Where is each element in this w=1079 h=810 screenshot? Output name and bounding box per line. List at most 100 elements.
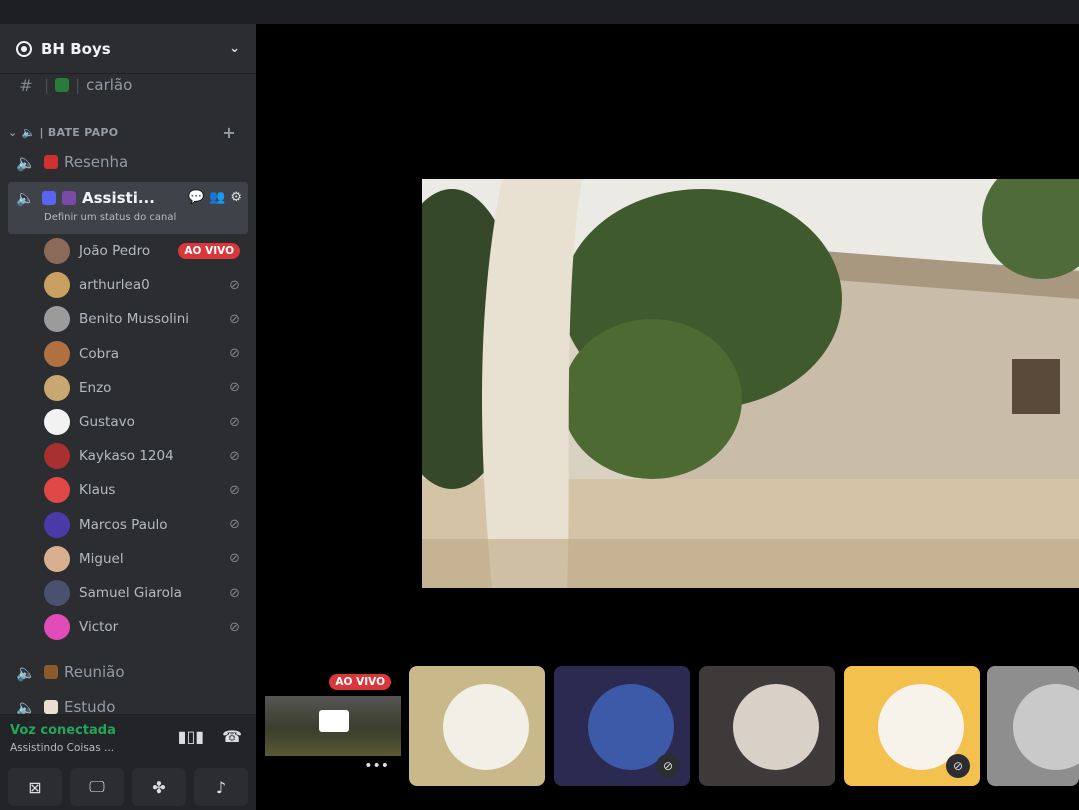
screen-share-button[interactable]: 🖵 (70, 768, 124, 806)
hash-icon: # (19, 75, 33, 95)
mute-icon: ⊘ (656, 754, 680, 778)
invite-icon[interactable]: 👥 (209, 190, 225, 205)
server-name: BH Boys (41, 39, 111, 58)
speaker-icon: 🔈 (16, 152, 36, 172)
avatar (44, 272, 70, 299)
channel-label: carlão (86, 76, 133, 94)
video-frame (422, 179, 1079, 588)
voice-user-row[interactable]: Marcos Paulo ⊘ (44, 510, 240, 540)
car-emoji-icon (55, 78, 70, 92)
category-bate-papo[interactable]: ⌄ 🔈 | BATE PAPO + (8, 122, 248, 142)
participant-tile[interactable]: ⊘ (844, 666, 980, 786)
plus-icon[interactable]: + (222, 123, 236, 142)
voice-channel-name[interactable]: Assistindo Coisas ... (10, 742, 114, 754)
activities-button[interactable]: ✤ (132, 768, 186, 806)
avatar (44, 238, 70, 264)
avatar (44, 580, 70, 606)
voice-connection-panel: Voz conectada Assistindo Coisas ... ▮▯▮ … (0, 714, 256, 764)
voice-user-row[interactable]: Samuel Giarola ⊘ (44, 578, 240, 608)
channel-sidebar: BH Boys ⌄ # | | carlão ⌄ 🔈 | BATE PAPO +… (0, 24, 256, 810)
soundboard-button[interactable]: ♪ (194, 768, 248, 806)
speaker-icon: 🔈 (16, 189, 35, 207)
user-name: João Pedro (79, 243, 151, 259)
avatar (443, 684, 529, 770)
stream-video[interactable] (422, 179, 1079, 588)
title-bar (0, 0, 1079, 24)
voice-user-row[interactable]: Victor ⊘ (44, 612, 240, 642)
channel-label: Resenha (64, 153, 129, 171)
mute-icon: ⊘ (229, 311, 240, 327)
mute-icon: ⊘ (229, 551, 240, 567)
user-name: arthurlea0 (79, 277, 150, 294)
chevron-down-icon[interactable]: ⌄ (229, 41, 240, 56)
voice-user-row[interactable]: Benito Mussolini ⊘ (44, 304, 240, 334)
voice-user-row[interactable]: Miguel ⊘ (44, 544, 240, 574)
firecracker-emoji-icon (44, 155, 58, 169)
live-badge[interactable]: AO VIVO (178, 243, 240, 259)
camera-off-button[interactable]: ⊠ (8, 768, 62, 806)
voice-action-bar: ⊠ 🖵 ✤ ♪ (0, 764, 256, 810)
voice-user-row[interactable]: João Pedro AO VIVO (44, 236, 240, 266)
clapper-emoji-icon (62, 191, 76, 205)
mute-icon: ⊘ (946, 754, 970, 778)
server-header[interactable]: BH Boys ⌄ (0, 24, 256, 74)
mute-icon: ⊘ (229, 482, 240, 498)
avatar (44, 374, 70, 401)
avatar (44, 545, 70, 572)
avatar (44, 409, 70, 435)
mute-icon: ⊘ (229, 277, 240, 293)
disconnect-icon[interactable]: ☎ (222, 727, 242, 746)
user-name: Benito Mussolini (79, 311, 190, 328)
voice-user-row[interactable]: arthurlea0 ⊘ (44, 270, 240, 300)
user-name: Enzo (79, 379, 112, 396)
user-name: Victor (79, 619, 119, 636)
voice-channel-reuniao[interactable]: 🔈 Reunião (8, 656, 248, 688)
voice-user-row[interactable]: Gustavo ⊘ (44, 407, 240, 437)
active-voice-channel[interactable]: 🔈 Assisti... 💬 👥 ⚙ Definir um status do … (8, 182, 248, 234)
speaker-icon: 🔈 (16, 662, 36, 682)
mute-icon: ⊘ (229, 380, 240, 396)
participant-tile[interactable] (987, 666, 1079, 786)
voice-user-row[interactable]: Enzo ⊘ (44, 373, 240, 403)
chevron-down-icon: ⌄ (8, 125, 18, 139)
voice-user-row[interactable]: Klaus ⊘ (44, 475, 240, 505)
participant-strip: ⊘ ⊘ (256, 666, 1079, 786)
voice-user-row[interactable]: Cobra ⊘ (44, 339, 240, 369)
avatar (44, 306, 70, 333)
mute-icon: ⊘ (229, 414, 240, 430)
participant-tile[interactable]: ⊘ (554, 666, 690, 786)
avatar (44, 443, 70, 470)
participant-tile[interactable] (409, 666, 545, 786)
server-icon (16, 40, 32, 57)
avatar (44, 614, 70, 641)
chat-icon[interactable]: 💬 (188, 190, 204, 205)
user-name: Samuel Giarola (79, 585, 182, 601)
voice-user-row[interactable]: Kaykaso 1204 ⊘ (44, 441, 240, 471)
speaker-icon: 🔈 (21, 125, 36, 139)
channel-label: Reunião (64, 663, 125, 681)
avatar (44, 477, 70, 504)
noise-suppression-icon[interactable]: ▮▯▮ (178, 727, 204, 746)
gear-icon[interactable]: ⚙ (230, 190, 242, 205)
voice-connected-label[interactable]: Voz conectada (10, 723, 116, 738)
avatar (44, 511, 70, 538)
channel-label: Assisti... (82, 189, 155, 207)
avatar (44, 340, 70, 367)
mute-icon: ⊘ (229, 517, 240, 533)
user-name: Kaykaso 1204 (79, 448, 174, 465)
voice-channel-resenha[interactable]: 🔈 Resenha (8, 146, 248, 178)
mute-icon: ⊘ (229, 619, 240, 635)
user-name: Klaus (79, 482, 116, 499)
mute-icon: ⊘ (229, 585, 240, 601)
user-name: Cobra (79, 345, 120, 362)
avatar (1013, 684, 1079, 770)
mute-icon: ⊘ (229, 346, 240, 362)
participant-tile[interactable] (699, 666, 835, 786)
mute-icon: ⊘ (229, 448, 240, 464)
user-name: Gustavo (79, 414, 135, 430)
channel-status-prompt[interactable]: Definir um status do canal (44, 212, 176, 223)
briefcase-emoji-icon (44, 665, 58, 679)
user-name: Miguel (79, 550, 124, 567)
page-emoji-icon (44, 700, 58, 714)
text-channel-carlao[interactable]: # | | carlão (8, 69, 248, 101)
